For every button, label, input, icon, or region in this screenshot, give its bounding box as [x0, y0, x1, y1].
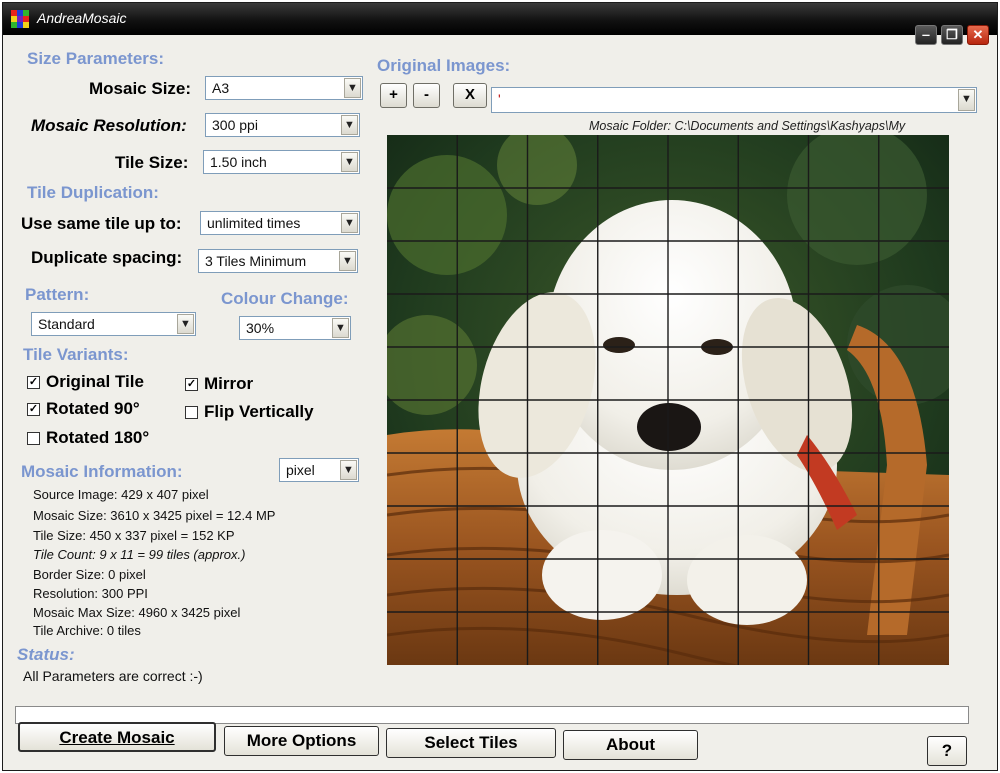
about-button[interactable]: About [563, 730, 698, 760]
mosaic-information-heading: Mosaic Information: [21, 462, 183, 481]
flip-vertically-checkbox[interactable]: Flip Vertically [185, 402, 314, 422]
chevron-down-icon[interactable]: ▼ [332, 318, 349, 338]
rotated-90-label: Rotated 90° [46, 399, 140, 418]
mosaic-size-value: A3 [212, 80, 230, 96]
original-tile-label: Original Tile [46, 372, 144, 391]
app-window: AndreaMosaic ‒ ❐ ✕ Size Parameters: Mosa… [2, 2, 998, 771]
colour-change-dropdown[interactable]: 30% ▼ [239, 316, 351, 340]
same-tile-dropdown[interactable]: unlimited times ▼ [200, 211, 360, 235]
original-tile-checkbox[interactable]: ✓ Original Tile [27, 372, 144, 392]
maximize-button[interactable]: ❐ [941, 25, 963, 45]
close-button[interactable]: ✕ [967, 25, 989, 45]
pattern-heading: Pattern: [25, 285, 90, 304]
duplicate-spacing-label: Duplicate spacing: [31, 248, 183, 267]
checkbox-check-icon[interactable]: ✓ [185, 377, 198, 391]
checkbox-check-icon[interactable]: ✓ [27, 402, 40, 416]
chevron-down-icon[interactable]: ▼ [339, 251, 356, 271]
checkbox-check-icon[interactable]: ✓ [27, 375, 40, 389]
pattern-dropdown[interactable]: Standard ▼ [31, 312, 196, 336]
original-image-path-dropdown[interactable]: ' ▼ [491, 87, 977, 113]
window-title: AndreaMosaic [37, 10, 127, 26]
mosaic-preview[interactable] [387, 135, 949, 665]
mosaic-resolution-label: Mosaic Resolution: [31, 116, 187, 135]
same-tile-label: Use same tile up to: [21, 214, 182, 233]
unit-value: pixel [286, 462, 315, 478]
checkbox-check-icon[interactable] [27, 431, 40, 445]
duplicate-spacing-value: 3 Tiles Minimum [205, 253, 307, 269]
mirror-checkbox[interactable]: ✓ Mirror [185, 374, 253, 394]
tile-size-dropdown[interactable]: 1.50 inch ▼ [203, 150, 360, 174]
tile-variants-heading: Tile Variants: [23, 345, 129, 364]
pattern-value: Standard [38, 316, 95, 332]
mosaic-resolution-dropdown[interactable]: 300 ppi ▼ [205, 113, 360, 137]
app-logo-icon [11, 10, 29, 28]
close-icon: ✕ [972, 27, 984, 42]
minimize-button[interactable]: ‒ [915, 25, 937, 45]
chevron-down-icon[interactable]: ▼ [344, 78, 361, 98]
duplicate-spacing-dropdown[interactable]: 3 Tiles Minimum ▼ [198, 249, 358, 273]
tile-duplication-heading: Tile Duplication: [27, 183, 159, 202]
clear-images-button[interactable]: X [453, 83, 487, 108]
chevron-down-icon[interactable]: ▼ [341, 115, 358, 135]
tile-size-value: 1.50 inch [210, 154, 267, 170]
chevron-down-icon[interactable]: ▼ [340, 460, 357, 480]
info-line: Tile Archive: 0 tiles [33, 623, 141, 638]
more-options-button[interactable]: More Options [224, 726, 379, 756]
help-button[interactable]: ? [927, 736, 967, 766]
minimize-icon: ‒ [922, 27, 930, 42]
rotated-180-checkbox[interactable]: Rotated 180° [27, 428, 149, 448]
flip-vertically-label: Flip Vertically [204, 402, 314, 421]
preview-image [387, 135, 949, 665]
mosaic-size-label: Mosaic Size: [89, 79, 192, 98]
same-tile-value: unlimited times [207, 215, 301, 231]
remove-image-button[interactable]: - [413, 83, 440, 108]
checkbox-check-icon[interactable] [185, 405, 198, 419]
info-line: Border Size: 0 pixel [33, 567, 146, 582]
unit-dropdown[interactable]: pixel ▼ [279, 458, 359, 482]
rotated-90-checkbox[interactable]: ✓ Rotated 90° [27, 399, 140, 419]
original-images-heading: Original Images: [377, 56, 511, 75]
info-line: Tile Size: 450 x 337 pixel = 152 KP [33, 528, 235, 543]
status-text: All Parameters are correct :-) [23, 668, 203, 684]
info-line: Tile Count: 9 x 11 = 99 tiles (approx.) [33, 547, 246, 562]
select-tiles-button[interactable]: Select Tiles [386, 728, 556, 758]
colour-change-value: 30% [246, 320, 275, 336]
chevron-down-icon[interactable]: ▼ [958, 89, 975, 111]
mirror-label: Mirror [204, 374, 254, 393]
mosaic-folder-path: Mosaic Folder: C:\Documents and Settings… [589, 119, 906, 133]
info-line: Mosaic Max Size: 4960 x 3425 pixel [33, 605, 241, 620]
chevron-down-icon[interactable]: ▼ [341, 213, 358, 233]
chevron-down-icon[interactable]: ▼ [341, 152, 358, 172]
original-image-path-value: ' [498, 91, 501, 107]
create-mosaic-button[interactable]: Create Mosaic [18, 722, 216, 752]
info-line: Resolution: 300 PPI [33, 586, 148, 601]
restore-icon: ❐ [946, 27, 958, 42]
title-bar[interactable]: AndreaMosaic [3, 3, 997, 35]
chevron-down-icon[interactable]: ▼ [177, 314, 194, 334]
info-line: Source Image: 429 x 407 pixel [33, 487, 209, 502]
colour-change-heading: Colour Change: [221, 289, 349, 308]
size-parameters-heading: Size Parameters: [27, 49, 165, 68]
rotated-180-label: Rotated 180° [46, 428, 150, 447]
tile-size-label: Tile Size: [115, 153, 189, 172]
mosaic-size-dropdown[interactable]: A3 ▼ [205, 76, 363, 100]
status-heading: Status: [17, 645, 75, 664]
info-line: Mosaic Size: 3610 x 3425 pixel = 12.4 MP [33, 508, 276, 523]
mosaic-resolution-value: 300 ppi [212, 117, 258, 133]
add-image-button[interactable]: + [380, 83, 407, 108]
